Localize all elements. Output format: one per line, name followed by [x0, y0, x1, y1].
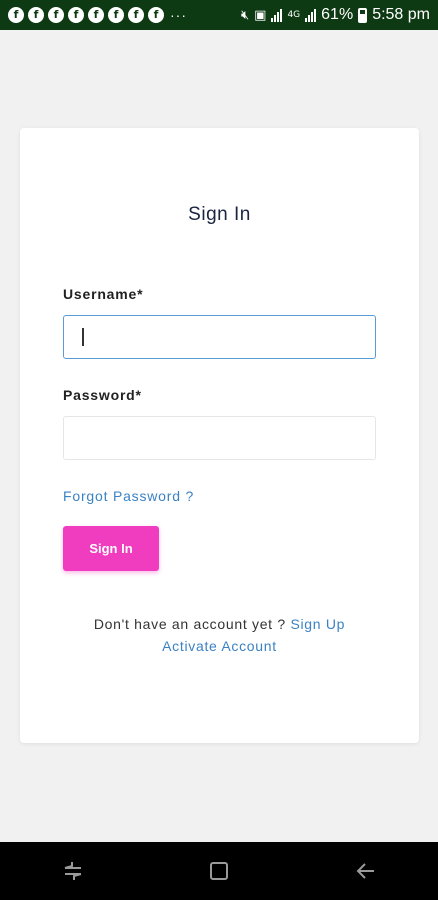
- data-saver-icon: ▣: [254, 7, 267, 23]
- mute-icon: 🔇︎: [240, 7, 250, 23]
- facebook-icon: f: [8, 7, 24, 23]
- text-cursor: [82, 328, 84, 346]
- facebook-icon: f: [88, 7, 104, 23]
- system-status: 🔇︎ ▣ 4G 61% 5:58 pm: [241, 6, 430, 24]
- signin-button[interactable]: Sign In: [63, 526, 159, 571]
- password-label: Password*: [63, 387, 142, 403]
- facebook-icon: f: [68, 7, 84, 23]
- battery-icon: [358, 7, 368, 23]
- back-icon[interactable]: [345, 851, 385, 891]
- navigation-bar: [0, 842, 438, 900]
- clock: 5:58 pm: [372, 6, 430, 23]
- page-title: Sign In: [188, 204, 251, 225]
- signin-card: Sign In Username* Password* Forgot Passw…: [20, 128, 419, 743]
- battery-percent: 61%: [321, 6, 354, 23]
- facebook-icon: f: [128, 7, 144, 23]
- more-notifications-icon: ···: [170, 7, 187, 23]
- notification-icons: f f f f f f f f ···: [8, 7, 187, 23]
- facebook-icon: f: [48, 7, 64, 23]
- status-bar: f f f f f f f f ··· 🔇︎ ▣ 4G 61% 5:58 pm: [0, 0, 438, 30]
- username-field[interactable]: [63, 315, 376, 359]
- username-label: Username*: [63, 286, 144, 302]
- facebook-icon: f: [148, 7, 164, 23]
- activate-account-link[interactable]: Activate Account: [162, 638, 277, 654]
- signup-link[interactable]: Sign Up: [290, 616, 345, 632]
- facebook-icon: f: [108, 7, 124, 23]
- home-icon[interactable]: [199, 851, 239, 891]
- recent-apps-icon[interactable]: [53, 851, 93, 891]
- activate-prompt: Activate Account: [20, 638, 419, 654]
- signal-icon: [271, 8, 283, 22]
- forgot-password-link[interactable]: Forgot Password ?: [63, 488, 194, 504]
- network-type-label: 4G: [287, 10, 301, 20]
- password-field[interactable]: [63, 416, 376, 460]
- signup-prompt: Don't have an account yet ? Sign Up: [20, 616, 419, 632]
- no-account-text: Don't have an account yet ?: [93, 616, 286, 632]
- facebook-icon: f: [28, 7, 44, 23]
- signal-icon-2: [305, 8, 317, 22]
